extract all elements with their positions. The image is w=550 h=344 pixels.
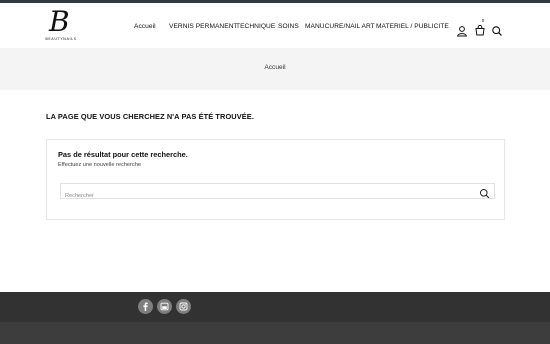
cart-icon[interactable] bbox=[474, 23, 486, 36]
logo-text: BEAUTYNAILS bbox=[45, 37, 77, 41]
site-header: B BEAUTYNAILS Accueil VERNIS PERMANENT T… bbox=[0, 3, 550, 48]
footer-top bbox=[0, 292, 550, 322]
search-form bbox=[60, 183, 495, 203]
no-result-box: Pas de résultat pour cette recherche. Ef… bbox=[46, 139, 505, 220]
page-title: LA PAGE QUE VOUS CHERCHEZ N'A PAS ÉTÉ TR… bbox=[46, 112, 254, 121]
search-submit-icon[interactable] bbox=[479, 186, 490, 199]
facebook-icon[interactable] bbox=[138, 299, 153, 314]
nav-item-accueil[interactable]: Accueil bbox=[134, 21, 156, 33]
nav-item-manucure-nail-art[interactable]: MANUCURE/NAIL ART bbox=[305, 21, 375, 33]
no-result-subtitle: Effectuez une nouvelle recherche bbox=[58, 162, 141, 168]
nav-item-technique[interactable]: TECHNIQUE bbox=[236, 21, 275, 33]
logo-letter: B bbox=[49, 5, 70, 38]
breadcrumb-item-accueil[interactable]: Accueil bbox=[264, 64, 285, 71]
nav-item-soins[interactable]: SOINS bbox=[278, 21, 299, 33]
breadcrumb: Accueil bbox=[0, 64, 550, 71]
user-icon[interactable] bbox=[456, 24, 468, 37]
search-input[interactable] bbox=[61, 189, 471, 203]
nav-item-materiel-publicite[interactable]: MATERIEL / PUBLICITE bbox=[376, 21, 449, 33]
nav-item-vernis-permanent[interactable]: VERNIS PERMANENT bbox=[169, 21, 238, 33]
no-result-title: Pas de résultat pour cette recherche. bbox=[58, 150, 188, 159]
search-icon[interactable] bbox=[491, 24, 503, 36]
instagram-icon[interactable] bbox=[176, 299, 191, 314]
youtube-icon[interactable] bbox=[157, 299, 172, 314]
footer-bottom bbox=[0, 322, 550, 344]
brand-logo[interactable]: B BEAUTYNAILS bbox=[44, 6, 78, 46]
